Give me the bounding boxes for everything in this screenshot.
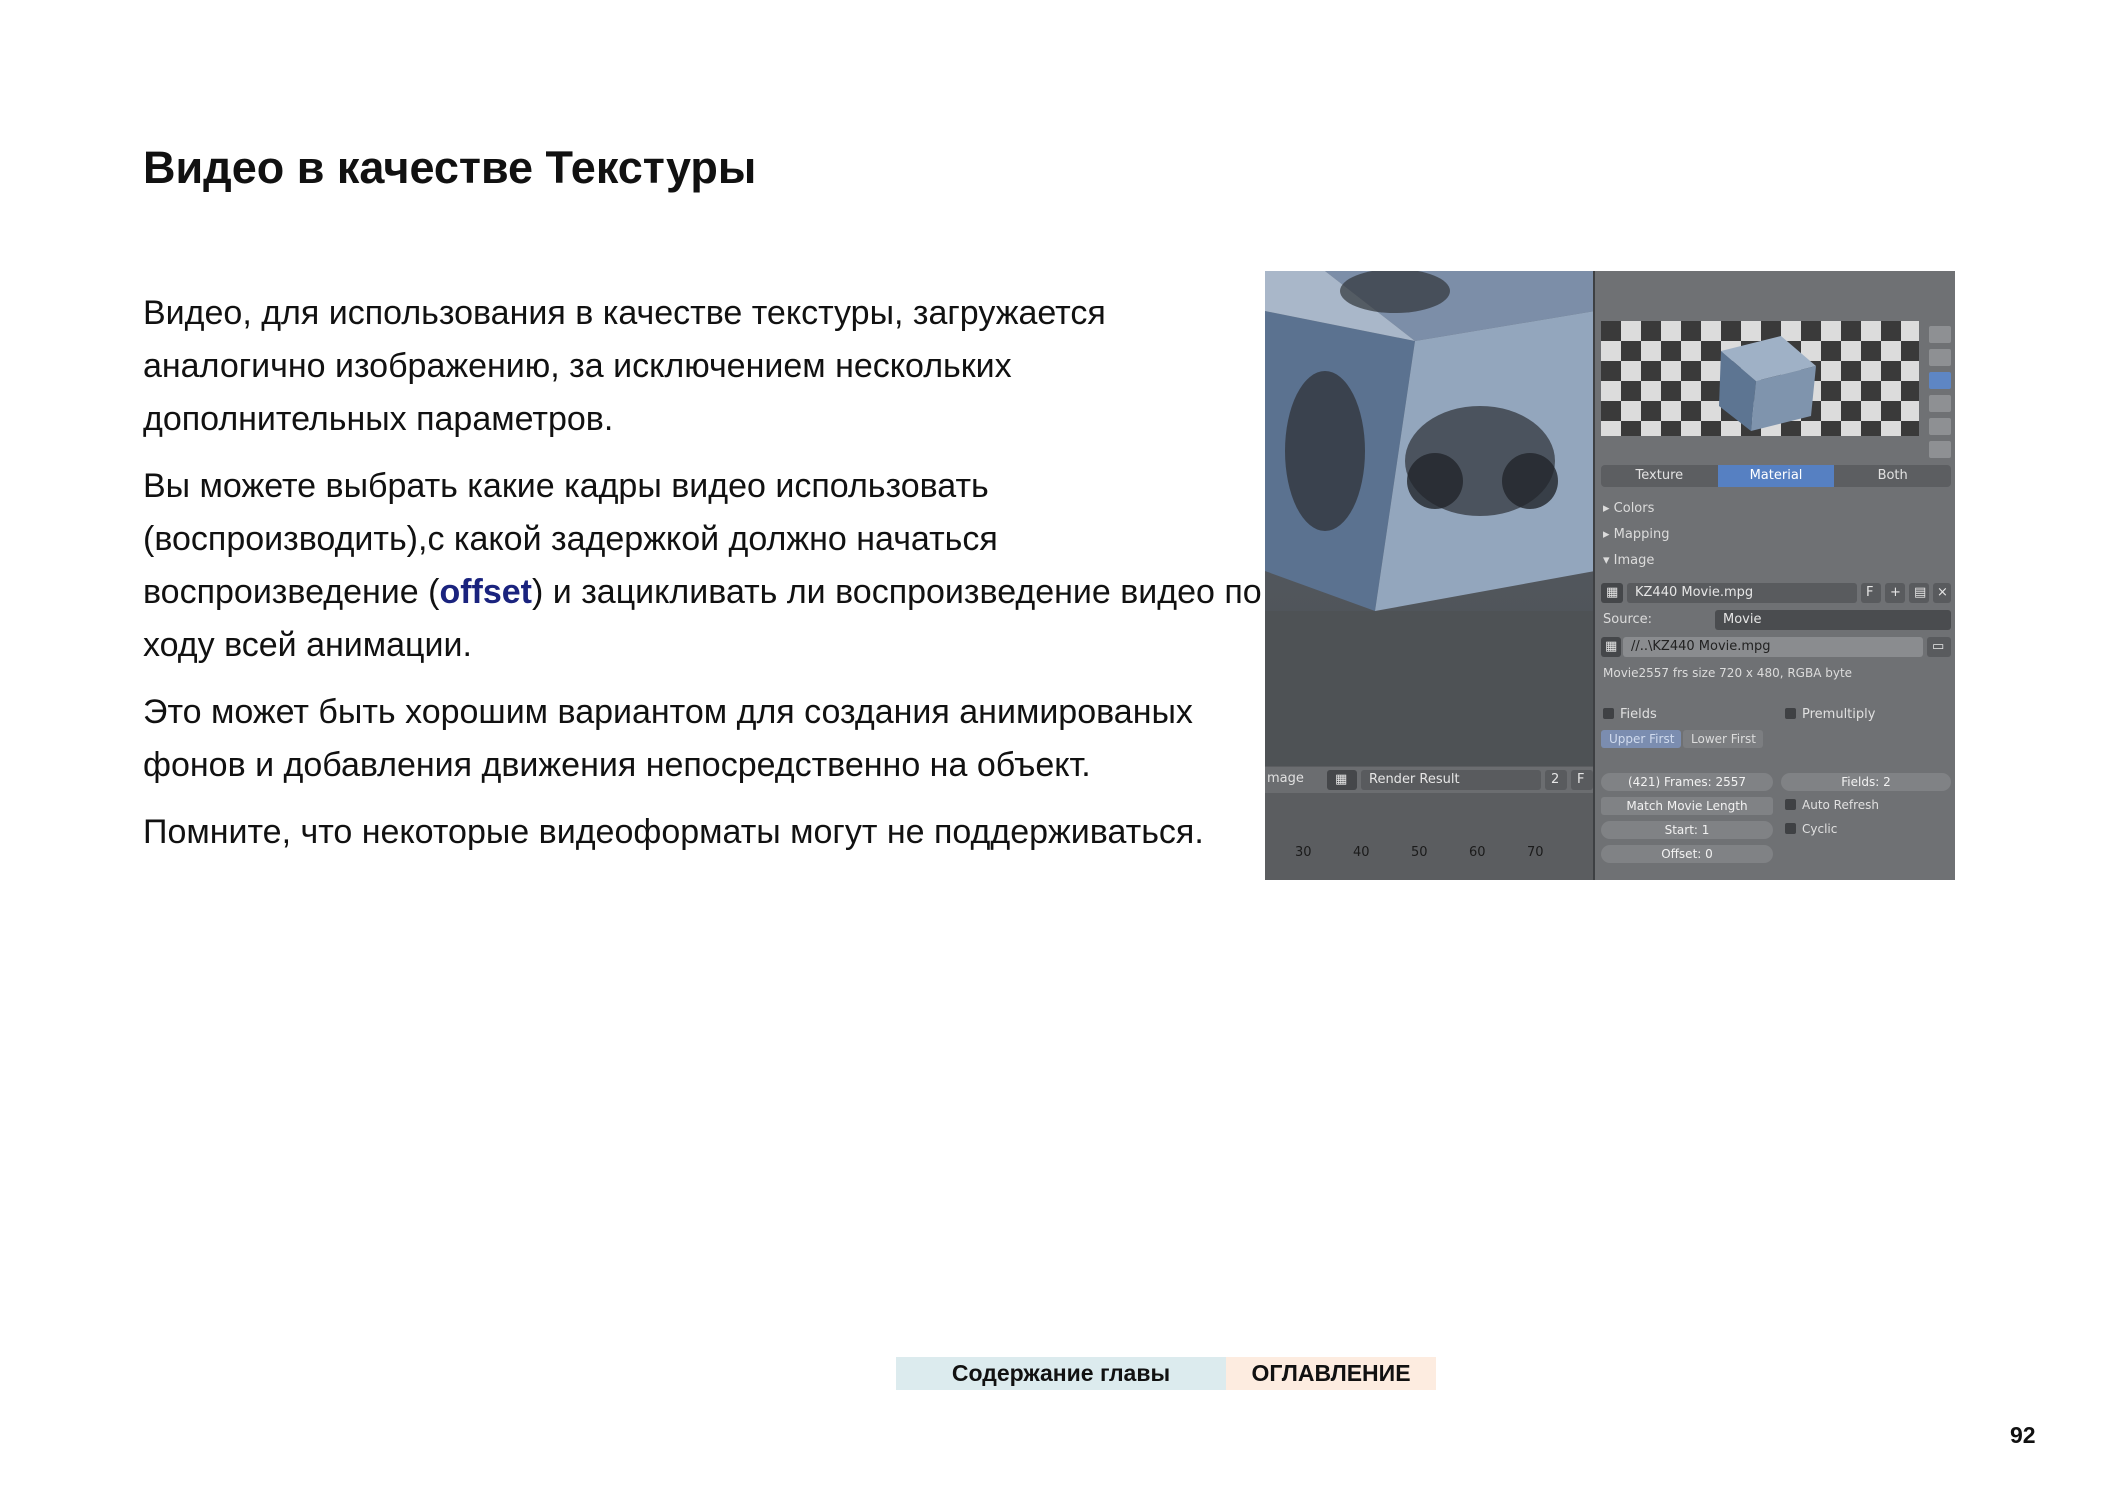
auto-refresh-label: Auto Refresh: [1802, 798, 1879, 812]
texture-preview: [1601, 321, 1919, 436]
auto-refresh-checkbox[interactable]: Auto Refresh: [1785, 798, 1879, 812]
source-label: Source:: [1603, 612, 1653, 627]
add-image-button[interactable]: +: [1885, 583, 1905, 603]
movie-info-text: Movie2557 frs size 720 x 480, RGBA byte: [1603, 666, 1853, 680]
chapter-contents-link[interactable]: Содержание главы: [896, 1357, 1226, 1390]
unlink-image-button[interactable]: ×: [1933, 583, 1951, 603]
tab-texture[interactable]: Texture: [1601, 465, 1718, 487]
cyclic-label: Cyclic: [1802, 822, 1838, 836]
preview-mode-tabs: Texture Material Both: [1601, 465, 1951, 487]
image-section-header[interactable]: ▾ Image: [1603, 553, 1654, 568]
preview-flat-button[interactable]: [1929, 326, 1951, 343]
preview-cube-button[interactable]: [1929, 372, 1951, 389]
preview-type-buttons: [1929, 326, 1951, 458]
timeline-numbers: 30 40 50 60 70: [1295, 845, 1585, 860]
3d-viewport: [1265, 271, 1595, 766]
body-text: Видео, для использования в качестве текс…: [143, 287, 1273, 873]
paragraph-format-warning: Помните, что некоторые видеоформаты могу…: [143, 813, 1204, 851]
tab-both[interactable]: Both: [1834, 465, 1951, 487]
fake-user-button[interactable]: F: [1571, 770, 1593, 790]
source-select[interactable]: Movie: [1715, 610, 1951, 630]
colors-section-header[interactable]: ▸ Colors: [1603, 501, 1654, 516]
texture-properties-panel: Texture Material Both ▸ Colors ▸ Mapping…: [1593, 271, 1955, 880]
match-movie-length-button[interactable]: Match Movie Length: [1601, 797, 1773, 815]
premultiply-label: Premultiply: [1802, 707, 1876, 722]
timeline-number: 30: [1295, 845, 1312, 860]
fields-checkbox[interactable]: Fields: [1603, 707, 1657, 722]
timeline-number: 50: [1411, 845, 1428, 860]
cyclic-checkbox[interactable]: Cyclic: [1785, 822, 1837, 836]
image-editor-label: mage: [1267, 771, 1304, 786]
paragraph-animated-backgrounds: Это может быть хорошим вариантом для соз…: [143, 693, 1193, 784]
table-of-contents-link[interactable]: ОГЛАВЛЕНИЕ: [1226, 1357, 1436, 1390]
fields-label: Fields: [1620, 707, 1657, 722]
image-browse-icon[interactable]: ▦: [1601, 583, 1623, 603]
textured-cube-image: [1265, 271, 1595, 766]
filepath-field[interactable]: //..\KZ440 Movie.mpg: [1623, 637, 1923, 657]
file-browse-button[interactable]: ▭: [1927, 637, 1951, 657]
navigation-bar: Содержание главы ОГЛАВЛЕНИЕ: [896, 1357, 1436, 1390]
page-title: Видео в качестве Текстуры: [143, 142, 757, 193]
lower-first-button[interactable]: Lower First: [1683, 730, 1763, 748]
fields-count-field[interactable]: Fields: 2: [1781, 773, 1951, 791]
tab-material[interactable]: Material: [1717, 465, 1835, 487]
render-slot-field[interactable]: 2: [1545, 770, 1567, 790]
timeline-number: 70: [1527, 845, 1544, 860]
mapping-section-header[interactable]: ▸ Mapping: [1603, 527, 1669, 542]
timeline-number: 60: [1469, 845, 1486, 860]
offset-field[interactable]: Offset: 0: [1601, 845, 1773, 863]
preview-sphere-button[interactable]: [1929, 349, 1951, 366]
preview-monkey-button[interactable]: [1929, 395, 1951, 412]
fake-user-button[interactable]: F: [1861, 583, 1881, 603]
frames-field[interactable]: (421) Frames: 2557: [1601, 773, 1773, 791]
timeline-number: 40: [1353, 845, 1370, 860]
pack-image-button[interactable]: ▤: [1909, 583, 1929, 603]
preview-sky-button[interactable]: [1929, 441, 1951, 458]
checker-preview-image: [1601, 321, 1919, 436]
blender-screenshot: mage ▦ Render Result 2 F 30 40 50 60 70: [1265, 271, 1955, 880]
page-number: 92: [2010, 1422, 2036, 1448]
image-datablock-field[interactable]: KZ440 Movie.mpg: [1627, 583, 1857, 603]
premultiply-checkbox[interactable]: Premultiply: [1785, 707, 1875, 722]
movie-icon: ▦: [1601, 637, 1621, 657]
start-field[interactable]: Start: 1: [1601, 821, 1773, 839]
paragraph-frames: Вы можете выбрать какие кадры видео испо…: [143, 460, 1273, 672]
preview-hair-button[interactable]: [1929, 418, 1951, 435]
offset-keyword: offset: [439, 573, 532, 611]
upper-first-button[interactable]: Upper First: [1601, 730, 1681, 748]
paragraph-intro: Видео, для использования в качестве текс…: [143, 294, 1106, 438]
image-browse-icon[interactable]: ▦: [1327, 770, 1357, 790]
image-editor-header: mage ▦ Render Result 2 F: [1265, 767, 1595, 793]
render-result-field[interactable]: Render Result: [1361, 770, 1541, 790]
